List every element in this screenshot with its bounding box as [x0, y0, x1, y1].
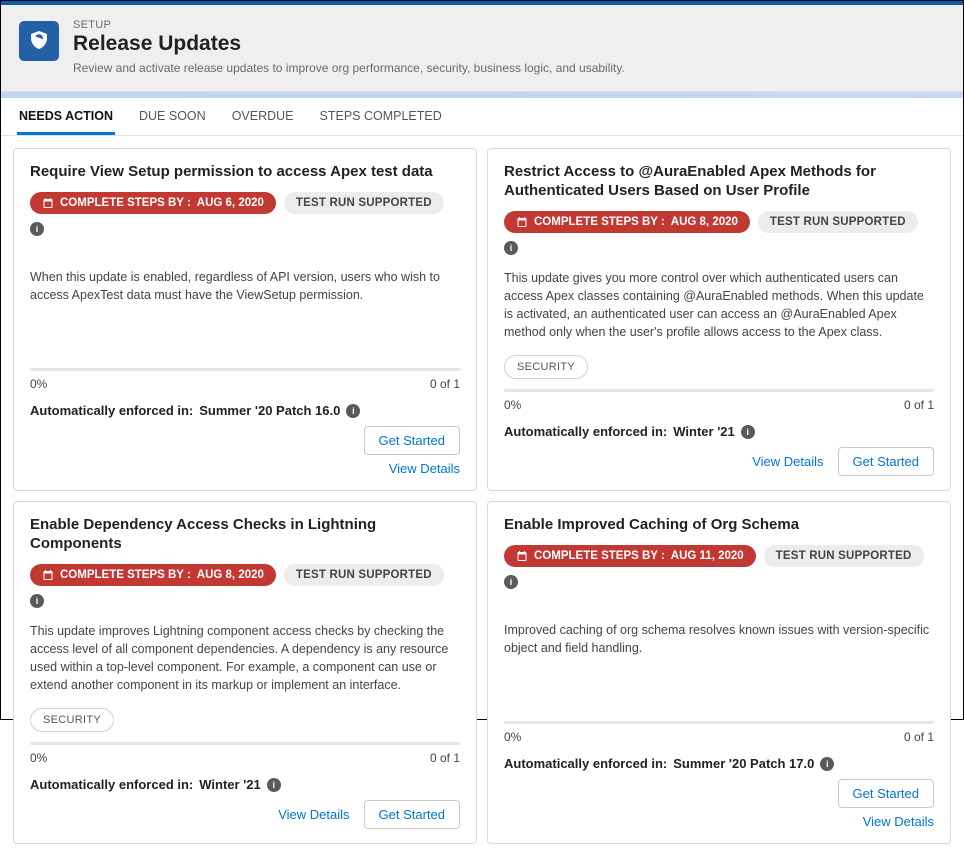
tag-security: SECURITY [504, 355, 588, 379]
progress: 0% 0 of 1 [504, 389, 934, 412]
complete-date: AUG 6, 2020 [197, 197, 264, 209]
progress-percent: 0% [504, 398, 521, 412]
calendar-icon [516, 216, 528, 228]
complete-prefix: COMPLETE STEPS BY : [534, 550, 665, 562]
update-title: Enable Dependency Access Checks in Light… [30, 516, 460, 554]
test-run-badge: TEST RUN SUPPORTED [284, 192, 444, 214]
tab-due-soon[interactable]: DUE SOON [137, 98, 208, 135]
info-icon[interactable]: i [820, 757, 834, 771]
view-details-link[interactable]: View Details [863, 814, 934, 829]
test-run-badge: TEST RUN SUPPORTED [758, 211, 918, 233]
update-description: This update improves Lightning component… [30, 622, 460, 695]
view-details-link[interactable]: View Details [752, 454, 823, 469]
test-run-badge: TEST RUN SUPPORTED [764, 545, 924, 567]
tab-overdue[interactable]: OVERDUE [230, 98, 296, 135]
test-run-badge: TEST RUN SUPPORTED [284, 564, 444, 586]
info-icon[interactable]: i [504, 241, 518, 255]
complete-by-badge: COMPLETE STEPS BY : AUG 11, 2020 [504, 545, 756, 567]
calendar-icon [42, 197, 54, 209]
page-eyebrow: SETUP [73, 19, 625, 31]
progress-track [504, 389, 934, 392]
complete-prefix: COMPLETE STEPS BY : [534, 216, 665, 228]
tab-steps-completed[interactable]: STEPS COMPLETED [318, 98, 444, 135]
progress: 0% 0 of 1 [504, 721, 934, 744]
cards-grid: Require View Setup permission to access … [1, 136, 963, 864]
tags: SECURITY [504, 355, 934, 379]
progress-track [30, 368, 460, 371]
release-updates-icon [19, 21, 59, 61]
update-title: Require View Setup permission to access … [30, 163, 460, 182]
view-details-link[interactable]: View Details [278, 807, 349, 822]
complete-date: AUG 8, 2020 [197, 569, 264, 581]
complete-date: AUG 11, 2020 [671, 550, 744, 562]
update-description: When this update is enabled, regardless … [30, 268, 460, 304]
update-card: Require View Setup permission to access … [13, 148, 477, 491]
tab-needs-action[interactable]: NEEDS ACTION [17, 98, 115, 135]
info-icon[interactable]: i [30, 222, 44, 236]
enforced-label: Automatically enforced in: Summer '20 Pa… [30, 403, 360, 418]
get-started-button[interactable]: Get Started [838, 779, 934, 808]
progress-track [504, 721, 934, 724]
progress-count: 0 of 1 [430, 751, 460, 765]
tag-security: SECURITY [30, 708, 114, 732]
progress-count: 0 of 1 [904, 398, 934, 412]
progress-track [30, 742, 460, 745]
calendar-icon [42, 569, 54, 581]
view-details-link[interactable]: View Details [389, 461, 460, 476]
info-icon[interactable]: i [504, 575, 518, 589]
complete-date: AUG 8, 2020 [671, 216, 738, 228]
update-title: Restrict Access to @AuraEnabled Apex Met… [504, 163, 934, 201]
enforced-label: Automatically enforced in: Winter '21 i [504, 424, 755, 439]
info-icon[interactable]: i [267, 778, 281, 792]
tags: SECURITY [30, 708, 460, 732]
update-description: This update gives you more control over … [504, 269, 934, 342]
update-title: Enable Improved Caching of Org Schema [504, 516, 934, 535]
update-card: Enable Improved Caching of Org Schema CO… [487, 501, 951, 844]
complete-by-badge: COMPLETE STEPS BY : AUG 8, 2020 [504, 211, 750, 233]
page-header: SETUP Release Updates Review and activat… [1, 5, 963, 92]
complete-prefix: COMPLETE STEPS BY : [60, 569, 191, 581]
enforced-label: Automatically enforced in: Summer '20 Pa… [504, 756, 834, 771]
progress-percent: 0% [30, 377, 47, 391]
progress-count: 0 of 1 [430, 377, 460, 391]
info-icon[interactable]: i [346, 404, 360, 418]
page-description: Review and activate release updates to i… [73, 61, 625, 75]
progress-percent: 0% [30, 751, 47, 765]
update-description: Improved caching of org schema resolves … [504, 621, 934, 657]
update-card: Enable Dependency Access Checks in Light… [13, 501, 477, 844]
update-card: Restrict Access to @AuraEnabled Apex Met… [487, 148, 951, 491]
get-started-button[interactable]: Get Started [838, 447, 934, 476]
complete-by-badge: COMPLETE STEPS BY : AUG 6, 2020 [30, 192, 276, 214]
progress-percent: 0% [504, 730, 521, 744]
get-started-button[interactable]: Get Started [364, 800, 460, 829]
tab-bar: NEEDS ACTION DUE SOON OVERDUE STEPS COMP… [1, 98, 963, 136]
calendar-icon [516, 550, 528, 562]
get-started-button[interactable]: Get Started [364, 426, 460, 455]
progress-count: 0 of 1 [904, 730, 934, 744]
info-icon[interactable]: i [741, 425, 755, 439]
page-title: Release Updates [73, 32, 625, 56]
complete-prefix: COMPLETE STEPS BY : [60, 197, 191, 209]
progress: 0% 0 of 1 [30, 742, 460, 765]
enforced-label: Automatically enforced in: Winter '21 i [30, 777, 281, 792]
progress: 0% 0 of 1 [30, 368, 460, 391]
info-icon[interactable]: i [30, 594, 44, 608]
complete-by-badge: COMPLETE STEPS BY : AUG 8, 2020 [30, 564, 276, 586]
